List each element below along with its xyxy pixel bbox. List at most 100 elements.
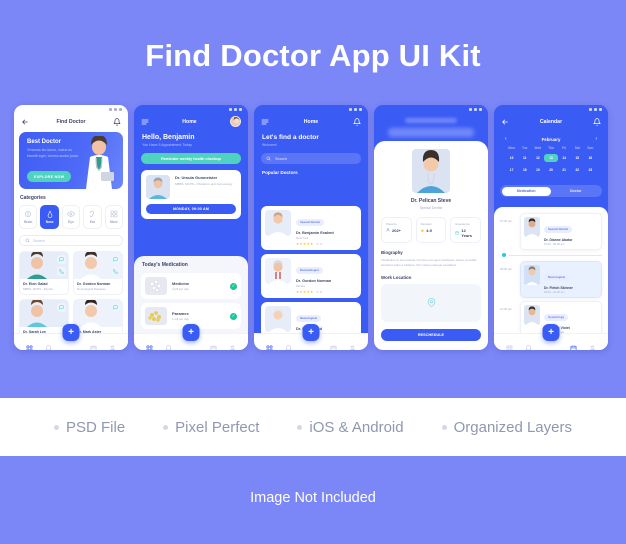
add-button[interactable]: + <box>182 324 200 341</box>
calendar-day[interactable]: 17 <box>505 166 518 174</box>
doctor-illustration <box>86 136 114 189</box>
doctor-card-actions <box>111 255 120 276</box>
explore-now-button[interactable]: EXPLORE NOW <box>27 171 72 182</box>
nav-bell-icon[interactable] <box>284 339 293 350</box>
calendar-day[interactable]: 23 <box>584 166 597 174</box>
bell-icon[interactable] <box>593 117 601 126</box>
hamburger-icon[interactable] <box>141 118 149 126</box>
map-pin-icon <box>427 294 436 312</box>
chat-icon[interactable] <box>111 303 120 312</box>
chevron-left-icon[interactable]: ‹ <box>505 136 507 142</box>
nav-calendar-icon[interactable] <box>210 339 217 350</box>
category-brain[interactable]: Brain <box>19 205 38 229</box>
bell-icon[interactable] <box>353 117 361 126</box>
screen-doctor-detail: Dr. Pelican Steve Special Dentist Patien… <box>374 105 488 350</box>
chevron-right-icon[interactable]: › <box>595 136 597 142</box>
chat-icon[interactable] <box>111 255 120 264</box>
schedule-slot[interactable]: 09:00 am Neurological Dr. Fletch Skinner… <box>500 261 602 298</box>
category-nose[interactable]: Nose <box>40 205 59 229</box>
bell-icon[interactable] <box>113 117 121 126</box>
calendar-day[interactable]: 20 <box>544 166 557 174</box>
category-eye[interactable]: Eye <box>61 205 81 229</box>
nav-home-grid-icon[interactable] <box>26 339 33 350</box>
check-icon[interactable]: ✓ <box>230 282 237 290</box>
nav-calendar-icon[interactable] <box>90 339 97 350</box>
phone-icon[interactable] <box>111 267 120 276</box>
calendar-day[interactable]: 12 <box>531 154 544 162</box>
nav-bell-icon[interactable] <box>164 339 173 350</box>
avatar[interactable] <box>230 116 241 127</box>
calendar-day[interactable]: 19 <box>531 166 544 174</box>
medication-name: Medicine <box>172 280 190 286</box>
nav-home-grid-icon[interactable] <box>266 339 273 350</box>
search-input[interactable]: Search <box>261 153 361 164</box>
star-icon: ★ <box>420 228 425 233</box>
category-ear[interactable]: Ear <box>83 205 102 229</box>
calendar-day[interactable]: 15 <box>571 154 584 162</box>
medication-photo <box>145 307 167 325</box>
check-icon[interactable]: ✓ <box>230 312 237 320</box>
calendar-day[interactable]: 22 <box>571 166 584 174</box>
appointment-card[interactable]: Dr. Ursula Gunmeister MBBS, MCPS - Obste… <box>141 170 241 219</box>
appointment-time-button[interactable]: MONDAY, 09:00 AM <box>146 204 236 214</box>
rating-value: (4.8) <box>315 290 323 294</box>
search-icon <box>266 156 271 161</box>
reschedule-button[interactable]: RESCHEDULE <box>381 329 481 341</box>
calendar-weekdays: Mon Tue Wed Thu Fri Sat Sun <box>505 146 597 150</box>
bullet-icon <box>441 424 447 430</box>
nav-user-icon[interactable] <box>349 339 356 350</box>
chat-icon[interactable] <box>57 255 66 264</box>
calendar-day[interactable]: 10 <box>505 154 518 162</box>
stat-label: Patients <box>386 221 397 226</box>
reminder-banner[interactable]: Reminder weekly health checkup <box>141 153 241 164</box>
hamburger-icon[interactable] <box>261 118 269 126</box>
nav-calendar-icon[interactable] <box>570 339 577 350</box>
screens-row: Find Doctor Best Doctor Vivamus leo lacu… <box>14 105 614 350</box>
ear-icon <box>88 210 96 218</box>
add-button[interactable]: + <box>302 324 320 341</box>
calendar-day[interactable]: 21 <box>558 166 571 174</box>
category-more[interactable]: More <box>104 205 124 229</box>
arrow-left-icon[interactable] <box>21 118 29 126</box>
search-input[interactable]: Search <box>19 235 123 246</box>
calendar-day[interactable]: 16 <box>584 154 597 162</box>
doctor-card[interactable]: Dr. Gordon Norman Neurological Diseases <box>73 251 123 295</box>
doctor-photo <box>20 300 68 327</box>
arrow-left-icon[interactable] <box>501 118 509 126</box>
best-doctor-banner[interactable]: Best Doctor Vivamus leo lacus, luctus eu… <box>19 132 123 189</box>
doctor-row[interactable]: Dermatologist Dr. Gordon Norman Florida … <box>261 254 361 298</box>
chat-icon[interactable] <box>57 303 66 312</box>
screen5-header: Calendar <box>494 114 608 129</box>
nav-user-icon[interactable] <box>109 339 116 350</box>
nav-calendar-icon[interactable] <box>330 339 337 350</box>
doctor-card[interactable]: Dr. Elon Galad MBBS, MCPS - Dentist <box>19 251 69 295</box>
map-placeholder[interactable] <box>381 284 481 322</box>
specialty-badge: Dermatologist <box>296 266 323 274</box>
calendar-day[interactable]: 14 <box>558 154 571 162</box>
nav-user-icon[interactable] <box>229 339 236 350</box>
calendar-day[interactable]: 18 <box>518 166 531 174</box>
banner-text: Vivamus leo lacus, luctus eu blandit ege… <box>27 148 79 158</box>
biography-text: Vestibulum et arcu lacinia, rhoncus orci… <box>381 257 477 267</box>
nav-bell-icon[interactable] <box>524 339 533 350</box>
calendar-day[interactable]: 11 <box>518 154 531 162</box>
nav-user-icon[interactable] <box>589 339 596 350</box>
add-button[interactable]: + <box>62 324 80 341</box>
doctor-row[interactable]: Special Dentist Dr. Benjamin Exalent New… <box>261 206 361 250</box>
image-not-included-note: Image Not Included <box>250 490 376 506</box>
view-toggle: Medication Doctor <box>500 185 602 197</box>
schedule-slot[interactable]: 07:00 am Special Dentist Dr. Dianne Abat… <box>500 213 602 250</box>
medication-row[interactable]: Medicine 3 pill per day ✓ <box>141 273 241 299</box>
doctor-spec: Neurological Diseases <box>77 287 106 291</box>
calendar-day-selected[interactable]: 13 <box>544 154 558 162</box>
screen-find-doctor: Find Doctor Best Doctor Vivamus leo lacu… <box>14 105 128 350</box>
doctor-photo <box>20 252 68 279</box>
add-button[interactable]: + <box>542 324 560 341</box>
stats-row: Patients 202+ Reviews ★ 4.9 Experience 1… <box>381 217 482 243</box>
nav-home-grid-icon[interactable] <box>506 339 513 350</box>
nav-bell-icon[interactable] <box>44 339 53 350</box>
phone-icon[interactable] <box>57 267 66 276</box>
nav-home-grid-icon[interactable] <box>146 339 153 350</box>
tab-doctor[interactable]: Doctor <box>551 187 601 196</box>
tab-medication[interactable]: Medication <box>501 186 551 196</box>
